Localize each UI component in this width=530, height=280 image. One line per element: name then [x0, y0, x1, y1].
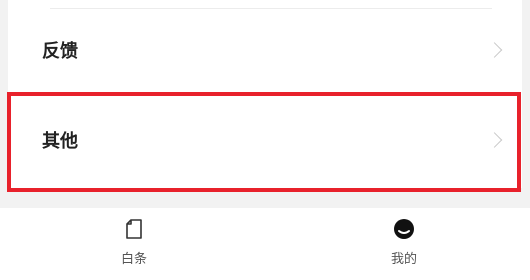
settings-menu-card: 反馈 其他: [8, 0, 522, 188]
menu-item-label: 其他: [42, 131, 78, 152]
tab-mine[interactable]: 我的: [344, 218, 464, 267]
note-icon: [123, 218, 145, 240]
tab-label: 白条: [120, 252, 147, 267]
bottom-tab-bar: 白条 我的: [0, 208, 530, 280]
chevron-right-icon: [486, 42, 503, 58]
tab-baitiao[interactable]: 白条: [74, 218, 194, 267]
menu-item-label: 反馈: [42, 41, 78, 62]
menu-item-other[interactable]: 其他: [8, 94, 522, 186]
profile-icon: [393, 218, 415, 240]
menu-item-feedback[interactable]: 反馈: [8, 4, 522, 96]
tab-label: 我的: [390, 252, 417, 267]
chevron-right-icon: [486, 132, 503, 148]
